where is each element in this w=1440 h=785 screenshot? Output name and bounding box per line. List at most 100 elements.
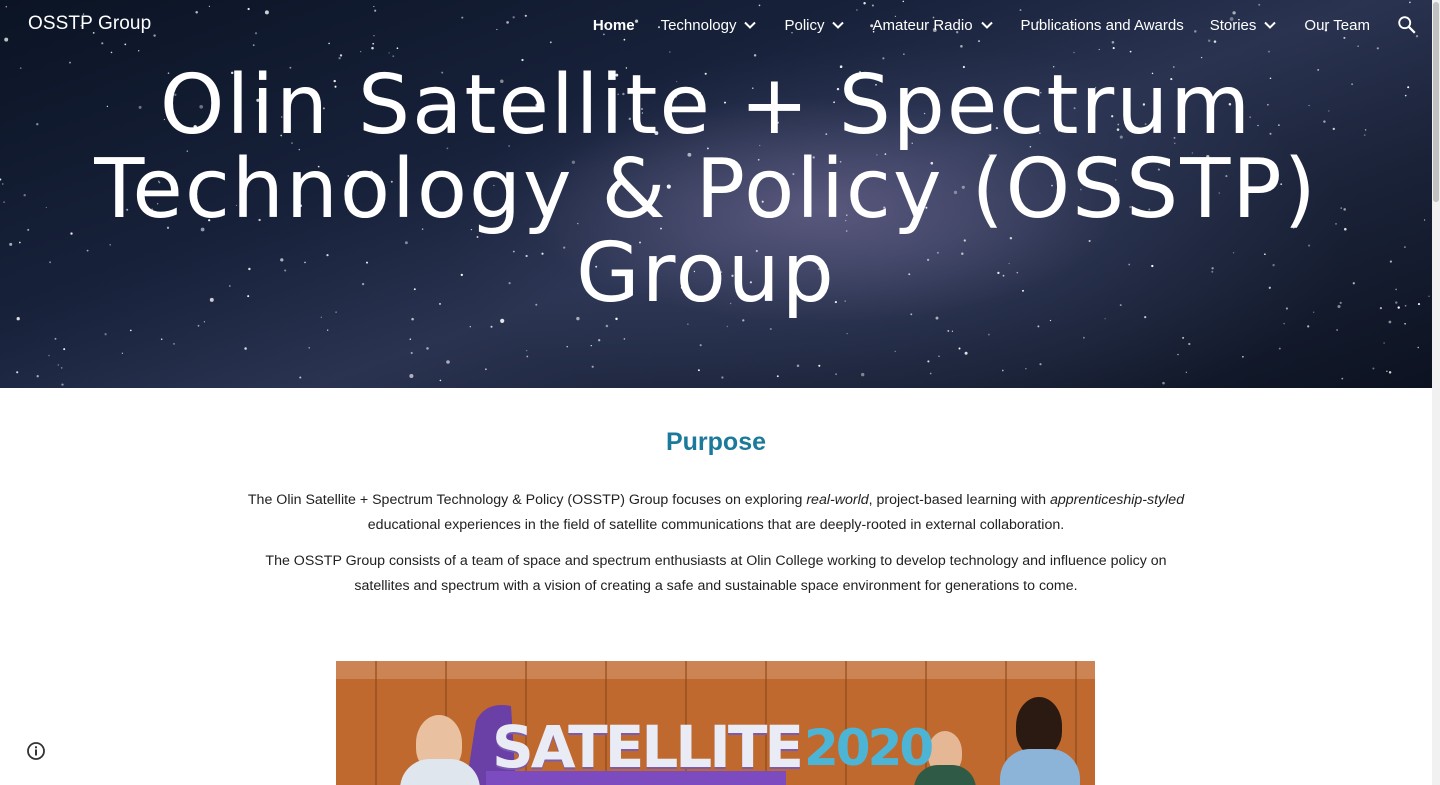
star-dot — [60, 367, 63, 369]
paragraph-text: The Olin Satellite + Spectrum Technology… — [247, 492, 807, 508]
nav-label: Policy — [784, 16, 825, 34]
star-dot — [16, 317, 20, 321]
star-dot — [327, 329, 329, 331]
info-icon[interactable] — [26, 741, 46, 761]
star-dot — [1073, 51, 1075, 54]
star-dot — [104, 333, 107, 336]
star-dot — [947, 329, 950, 332]
star-dot — [987, 333, 990, 336]
nav-label: Home — [592, 16, 635, 34]
nav-label: Technology — [660, 16, 737, 34]
star-dot — [605, 324, 609, 328]
top-navigation-bar: OSSTP Group Home Technology Policy Amate… — [0, 0, 1432, 50]
star-dot — [846, 333, 848, 335]
star-dot — [411, 317, 414, 321]
star-dot — [1049, 319, 1052, 322]
star-dot — [818, 364, 821, 367]
star-dot — [469, 326, 471, 328]
star-dot — [1428, 295, 1430, 298]
team-photo: SATELLITE 2020 — [336, 661, 1095, 785]
star-dot — [1177, 353, 1179, 356]
emphasis-text: real-world — [806, 492, 869, 508]
site-title[interactable]: OSSTP Group — [28, 13, 151, 35]
star-dot — [409, 373, 414, 379]
star-dot — [566, 346, 568, 348]
emphasis-text: apprenticeship-styled — [1050, 492, 1185, 508]
star-dot — [446, 360, 450, 364]
star-dot — [1417, 303, 1421, 306]
star-dot — [1341, 377, 1344, 380]
nav-item-publications-and-awards[interactable]: Publications and Awards — [1021, 17, 1184, 34]
star-dot — [160, 338, 163, 340]
star-dot — [1307, 325, 1310, 328]
nav-item-home[interactable]: Home — [593, 17, 635, 34]
star-dot — [590, 344, 592, 347]
person-figure — [1016, 697, 1062, 755]
hero-title-line: Olin Satellite + Spectrum — [159, 58, 1253, 153]
nav-item-policy[interactable]: Policy — [784, 17, 846, 34]
star-dot — [1182, 336, 1185, 339]
hero-title: Olin Satellite + Spectrum Technology & P… — [0, 64, 1412, 316]
star-dot — [935, 316, 939, 320]
star-dot — [1267, 50, 1271, 53]
chevron-down-icon[interactable] — [742, 17, 758, 33]
chevron-down-icon[interactable] — [979, 17, 995, 33]
star-dot — [1144, 315, 1147, 319]
star-dot — [410, 351, 413, 355]
star-dot — [526, 355, 529, 358]
nav-item-stories[interactable]: Stories — [1210, 17, 1279, 34]
star-dot — [1039, 363, 1042, 366]
star-dot — [1336, 329, 1338, 331]
star-dot — [61, 383, 64, 386]
hero-title-line: Group — [576, 226, 836, 321]
star-dot — [726, 325, 728, 328]
star-dot — [1037, 325, 1040, 328]
nav-item-our-team[interactable]: Our Team — [1304, 17, 1370, 34]
scrollbar-thumb[interactable] — [1433, 2, 1439, 202]
star-dot — [721, 376, 724, 379]
star-dot — [1025, 368, 1027, 370]
star-dot — [1104, 318, 1106, 320]
hero-title-line: Technology & Policy (OSSTP) — [94, 142, 1318, 237]
star-dot — [1386, 370, 1388, 372]
star-dot — [1404, 322, 1406, 325]
star-dot — [388, 52, 390, 54]
star-dot — [16, 371, 19, 374]
star-dot — [699, 344, 702, 347]
main-nav: Home Technology Policy Amateur Radio Pub… — [593, 0, 1370, 50]
star-dot — [1417, 346, 1419, 349]
photo-sign-year: 2020 — [804, 719, 934, 777]
purpose-paragraph-1: The Olin Satellite + Spectrum Technology… — [236, 488, 1196, 538]
star-dot — [36, 375, 39, 378]
star-dot — [138, 50, 140, 52]
paragraph-text: , project-based learning with — [868, 492, 1051, 508]
star-dot — [308, 347, 310, 349]
star-dot — [57, 364, 59, 366]
star-dot — [769, 327, 772, 331]
star-dot — [1162, 381, 1165, 385]
star-dot — [1185, 371, 1188, 373]
star-dot — [591, 365, 594, 368]
purpose-paragraph-2: The OSSTP Group consists of a team of sp… — [265, 553, 1167, 594]
search-icon[interactable] — [1396, 14, 1418, 36]
star-dot — [929, 372, 932, 375]
nav-item-technology[interactable]: Technology — [661, 17, 759, 34]
star-dot — [1242, 356, 1244, 358]
star-dot — [623, 338, 626, 340]
star-dot — [1129, 50, 1132, 53]
chevron-down-icon[interactable] — [830, 17, 846, 33]
nav-item-amateur-radio[interactable]: Amateur Radio — [872, 17, 994, 34]
nav-label: Stories — [1209, 16, 1257, 34]
star-dot — [1283, 322, 1285, 325]
star-dot — [598, 339, 601, 342]
star-dot — [1372, 367, 1375, 370]
star-dot — [54, 337, 57, 340]
star-dot — [861, 372, 865, 377]
paragraph-text: educational experiences in the field of … — [367, 517, 1065, 533]
chevron-down-icon[interactable] — [1262, 17, 1278, 33]
star-dot — [244, 347, 247, 350]
star-dot — [299, 376, 302, 379]
star-dot — [500, 318, 505, 323]
star-dot — [426, 347, 429, 350]
page-scrollbar[interactable] — [1432, 0, 1440, 785]
